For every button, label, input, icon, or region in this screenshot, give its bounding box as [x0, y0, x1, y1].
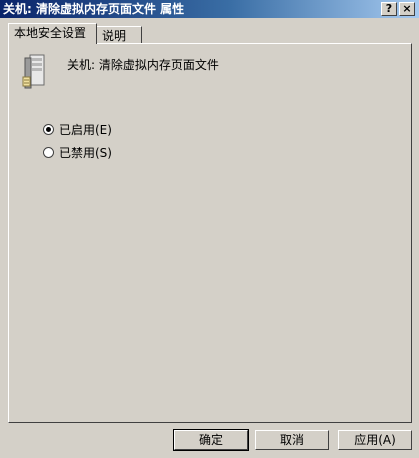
- apply-button[interactable]: 应用(A): [338, 430, 412, 450]
- enabled-radio[interactable]: [43, 124, 54, 135]
- tab-explain[interactable]: 说明: [96, 26, 142, 44]
- server-computer-icon: [22, 54, 45, 89]
- tab-label: 说明: [102, 29, 127, 43]
- disabled-label: 已禁用(S): [59, 146, 112, 160]
- ok-button[interactable]: 确定: [173, 429, 249, 451]
- title-bar: 关机: 清除虚拟内存页面文件 属性 ? ×: [0, 0, 419, 18]
- disabled-option[interactable]: 已禁用(S): [43, 144, 112, 161]
- enabled-label: 已启用(E): [59, 123, 112, 137]
- close-button[interactable]: ×: [399, 2, 415, 16]
- enabled-option[interactable]: 已启用(E): [43, 121, 112, 138]
- cancel-button[interactable]: 取消: [255, 430, 329, 450]
- window-title: 关机: 清除虚拟内存页面文件 属性: [3, 2, 185, 16]
- tab-local-security-setting[interactable]: 本地安全设置: [8, 23, 97, 44]
- disabled-radio[interactable]: [43, 147, 54, 158]
- tab-panel: [8, 43, 412, 423]
- policy-name: 关机: 清除虚拟内存页面文件: [67, 58, 219, 72]
- tab-label: 本地安全设置: [14, 26, 87, 40]
- help-button[interactable]: ?: [381, 2, 397, 16]
